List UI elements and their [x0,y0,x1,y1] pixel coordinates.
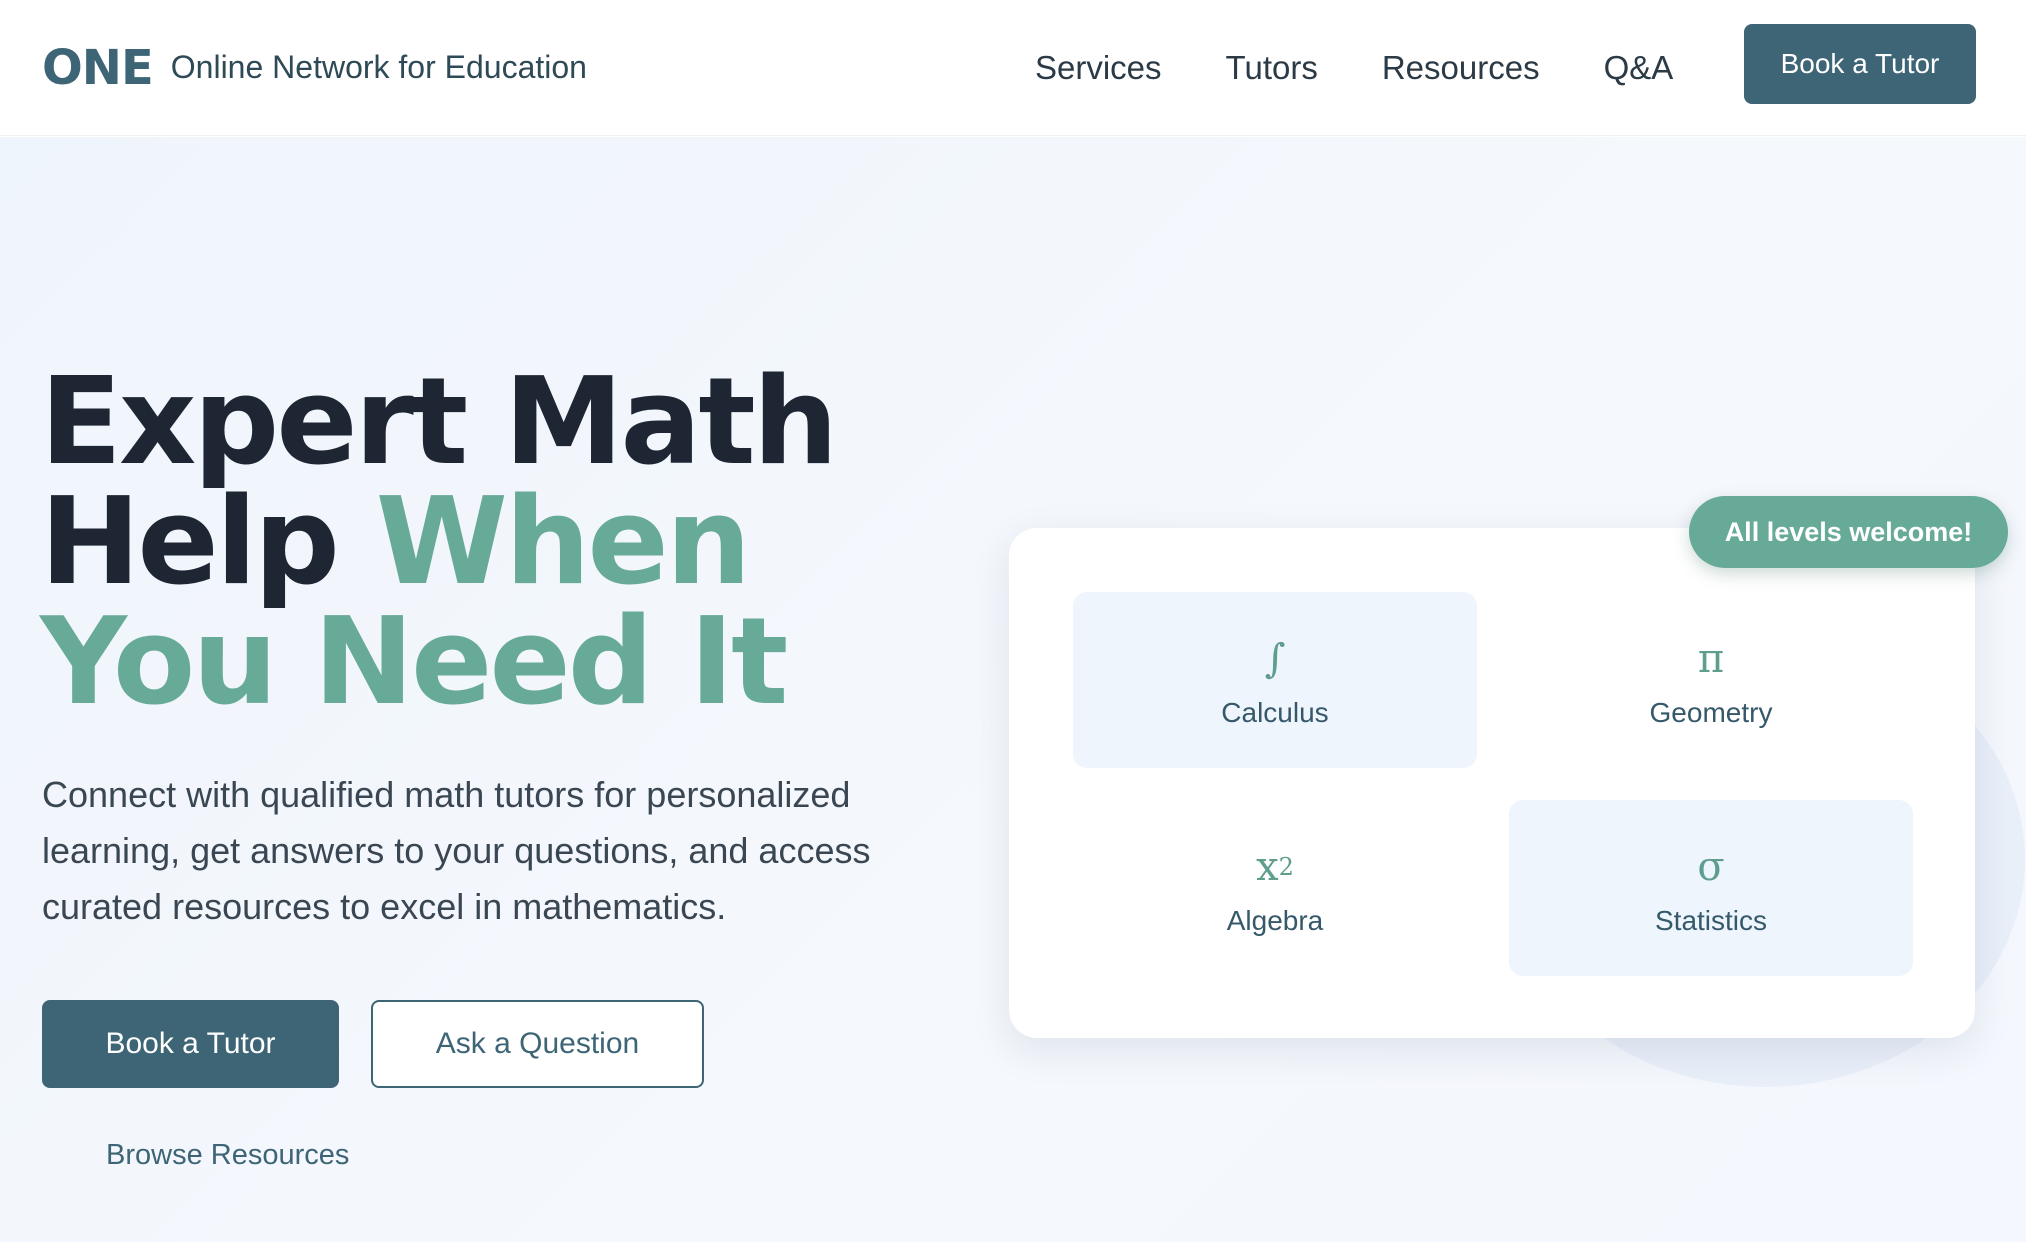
brand-name[interactable]: Online Network for Education [171,49,587,86]
subject-tile-statistics[interactable]: σ Statistics [1509,800,1913,976]
nav-tutors[interactable]: Tutors [1226,49,1318,87]
hero-section: Expert Math Help When You Need It Connec… [0,137,2026,1242]
x-squared-base: x [1256,844,1279,890]
subject-tile-algebra[interactable]: x2 Algebra [1073,800,1477,976]
hero-title-line3: You Need It [40,593,788,732]
nav-services[interactable]: Services [1035,49,1162,87]
nav-qa[interactable]: Q&A [1604,49,1674,87]
subject-tile-geometry[interactable]: π Geometry [1509,592,1913,768]
subjects-card: ∫ Calculus π Geometry x2 Algebra σ Stati… [1009,528,1975,1038]
hero-title: Expert Math Help When You Need It [40,363,940,723]
book-tutor-button[interactable]: Book a Tutor [42,1000,339,1088]
hero-description: Connect with qualified math tutors for p… [42,774,871,927]
browse-resources-link[interactable]: Browse Resources [106,1139,349,1172]
site-header: ONE Online Network for Education Service… [0,0,2026,136]
all-levels-badge: All levels welcome! [1689,496,2008,568]
pi-icon: π [1697,636,1725,682]
main-nav: Services Tutors Resources Q&A [1035,0,1673,136]
hero-title-line2b: When [375,473,752,612]
subject-label: Algebra [1226,905,1324,936]
subject-label: Calculus [1221,697,1329,728]
integral-icon: ∫ [1264,636,1286,682]
brand-logo[interactable]: ONE [42,40,154,96]
subject-label: Statistics [1654,905,1768,936]
x-squared-icon: x2 [1256,839,1294,895]
brand[interactable]: ONE Online Network for Education [42,40,587,96]
nav-resources[interactable]: Resources [1382,49,1540,87]
subject-label: Geometry [1649,697,1773,728]
subject-tile-calculus[interactable]: ∫ Calculus [1073,592,1477,768]
header-book-tutor-button[interactable]: Book a Tutor [1744,24,1976,104]
hero-title-line2a: Help [40,473,340,612]
sigma-icon: σ [1697,844,1725,890]
ask-question-button[interactable]: Ask a Question [371,1000,704,1088]
hero-title-line1: Expert Math [40,353,838,492]
page: ONE Online Network for Education Service… [0,0,2026,1242]
